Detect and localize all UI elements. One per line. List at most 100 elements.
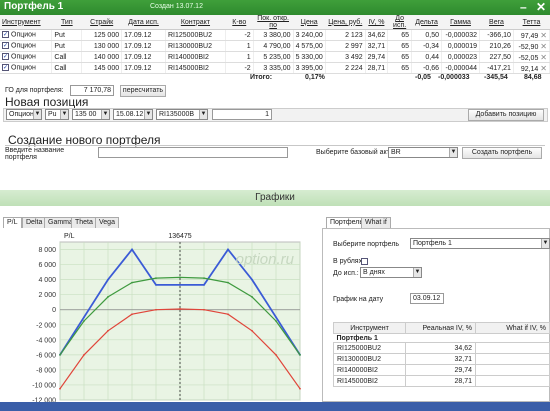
- cell-days: 65: [387, 62, 413, 74]
- series-point: [155, 308, 157, 311]
- table-row[interactable]: ✓ Опцион Put 125 000 17.09.12 RI125000BU2…: [0, 29, 550, 41]
- contract-dropdown[interactable]: RI135000B ▼: [156, 109, 208, 120]
- iv-real: 34,62: [405, 342, 476, 354]
- series-point: [155, 283, 157, 286]
- table-row[interactable]: ✓ Опцион Call 145 000 17.09.12 RI145000BI…: [0, 62, 550, 74]
- series-point: [275, 320, 277, 322]
- delete-row-icon[interactable]: ✕: [540, 64, 547, 73]
- iv-whatif-input[interactable]: [475, 375, 550, 387]
- iv-table: Инструмент Реальная IV, % What if IV, % …: [333, 322, 550, 387]
- series-point: [227, 248, 229, 251]
- tab-what-if[interactable]: What if: [361, 217, 391, 228]
- chart-date-input[interactable]: 03.09.12: [410, 293, 444, 304]
- iv-instrument: RI145000BI2: [333, 375, 406, 387]
- close-icon[interactable]: ✕: [536, 0, 546, 14]
- cell-instrument: Опцион: [11, 64, 36, 72]
- row-checkbox[interactable]: ✓: [2, 53, 9, 61]
- strike-dropdown[interactable]: 135 00 ▼: [72, 109, 110, 120]
- series-point: [203, 308, 205, 311]
- row-checkbox[interactable]: ✓: [2, 31, 9, 39]
- portfolio-select[interactable]: Портфель 1 ▼: [410, 238, 550, 249]
- tab-pl[interactable]: P/L: [3, 217, 22, 228]
- cell-open: 4 790,00: [253, 40, 294, 52]
- type-dropdown[interactable]: Pu ▼: [45, 109, 69, 120]
- date-dropdown[interactable]: 15.08.12 ▼: [113, 109, 153, 120]
- iv-whatif-input[interactable]: [475, 364, 550, 376]
- series-point: [131, 281, 133, 284]
- tab-theta[interactable]: Theta: [71, 217, 97, 228]
- col-qty[interactable]: К-во: [225, 15, 254, 30]
- series-point: [227, 313, 229, 316]
- cell-date: 17.09.12: [121, 40, 166, 52]
- chart-title: P/L: [64, 233, 75, 240]
- cell-date: 17.09.12: [121, 51, 166, 63]
- cell-delta: 0,50: [411, 29, 443, 41]
- series-point: [227, 281, 229, 284]
- table-row: RI145000BI2 28,71: [333, 375, 550, 387]
- row-checkbox[interactable]: ✓: [2, 42, 9, 50]
- cell-days: 65: [387, 40, 413, 52]
- add-position-button[interactable]: Добавить позицию: [468, 109, 544, 121]
- col-delta[interactable]: Дельта: [411, 15, 442, 30]
- y-tick-label: -4 000: [36, 337, 56, 344]
- col-price-rub[interactable]: Цена, руб.: [325, 15, 366, 30]
- col-instrument[interactable]: Инструмент: [0, 15, 52, 30]
- iv-whatif-input[interactable]: [475, 342, 550, 354]
- cell-vega: -366,10: [479, 29, 514, 41]
- table-row[interactable]: ✓ Опцион Call 140 000 17.09.12 RI140000BI…: [0, 51, 550, 63]
- col-days[interactable]: До исп.: [387, 15, 412, 30]
- tab-vega[interactable]: Vega: [95, 217, 119, 228]
- cell-theta: -52,05: [518, 54, 539, 62]
- iv-real: 28,71: [405, 375, 476, 387]
- portfolio-name-input[interactable]: [98, 147, 288, 158]
- col-open[interactable]: Пок. откр. по: [253, 15, 294, 30]
- delete-row-icon[interactable]: ✕: [540, 53, 547, 62]
- iv-instrument: RI130000BU2: [333, 353, 406, 365]
- cell-vega: 210,26: [479, 40, 514, 52]
- cell-contract: RI130000BU2: [165, 40, 226, 52]
- table-row[interactable]: ✓ Опцион Put 130 000 17.09.12 RI130000BU2…: [0, 40, 550, 52]
- col-strike[interactable]: Страйк: [81, 15, 122, 30]
- series-point: [179, 308, 181, 310]
- price-marker-label: 136475: [168, 233, 191, 240]
- col-price[interactable]: Цена: [293, 15, 326, 30]
- instrument-dropdown[interactable]: Опцион ▼: [6, 109, 42, 120]
- col-contract[interactable]: Контракт: [165, 15, 226, 30]
- delete-row-icon[interactable]: ✕: [540, 31, 547, 40]
- y-tick-label: 4 000: [38, 277, 56, 284]
- cell-qty: -2: [225, 62, 254, 74]
- portfolio-select-value: Портфель 1: [413, 240, 452, 247]
- cell-price-rub: 2 997: [325, 40, 366, 52]
- iv-whatif-input[interactable]: [475, 353, 550, 365]
- create-portfolio-button[interactable]: Создать портфель: [462, 147, 542, 159]
- cell-open: 5 235,00: [253, 51, 294, 63]
- col-vega[interactable]: Вега: [479, 15, 514, 30]
- series-point: [59, 387, 61, 390]
- recalculate-button[interactable]: пересчитать: [120, 85, 166, 97]
- col-date[interactable]: Дата исп.: [121, 15, 166, 30]
- until-dropdown[interactable]: В днях ▼: [360, 267, 422, 278]
- tab-delta[interactable]: Delta: [22, 217, 47, 228]
- totals-theta: 84,68: [524, 74, 542, 81]
- col-iv[interactable]: IV, %: [365, 15, 388, 30]
- cell-instrument: Опцион: [11, 31, 36, 39]
- watermark: option.ru: [236, 251, 295, 268]
- col-theta[interactable]: Тетта: [513, 15, 550, 30]
- minimize-icon[interactable]: –: [520, 0, 527, 14]
- delete-row-icon[interactable]: ✕: [540, 42, 547, 51]
- base-asset-dropdown[interactable]: BR ▼: [388, 147, 458, 158]
- chevron-down-icon: ▼: [449, 148, 457, 157]
- qty-input[interactable]: 1: [212, 109, 272, 120]
- pl-chart: 8 000 6 000 4 000 2 000 0 -2 000 -4 000 -6 000 -…: [32, 233, 301, 402]
- row-checkbox[interactable]: ✓: [2, 64, 9, 72]
- col-type[interactable]: Тип: [51, 15, 82, 30]
- cell-vega: -417,21: [479, 62, 514, 74]
- rub-checkbox[interactable]: [361, 258, 368, 265]
- iv-group-label: Портфель 1: [336, 334, 378, 342]
- y-tick-label: -10 000: [32, 382, 56, 389]
- until-label: До исп.:: [333, 270, 359, 277]
- col-gamma[interactable]: Гамма: [441, 15, 480, 30]
- type-value: Pu: [48, 111, 57, 118]
- cell-type: Put: [51, 29, 83, 41]
- select-portfolio-label: Выберите портфель: [333, 241, 400, 248]
